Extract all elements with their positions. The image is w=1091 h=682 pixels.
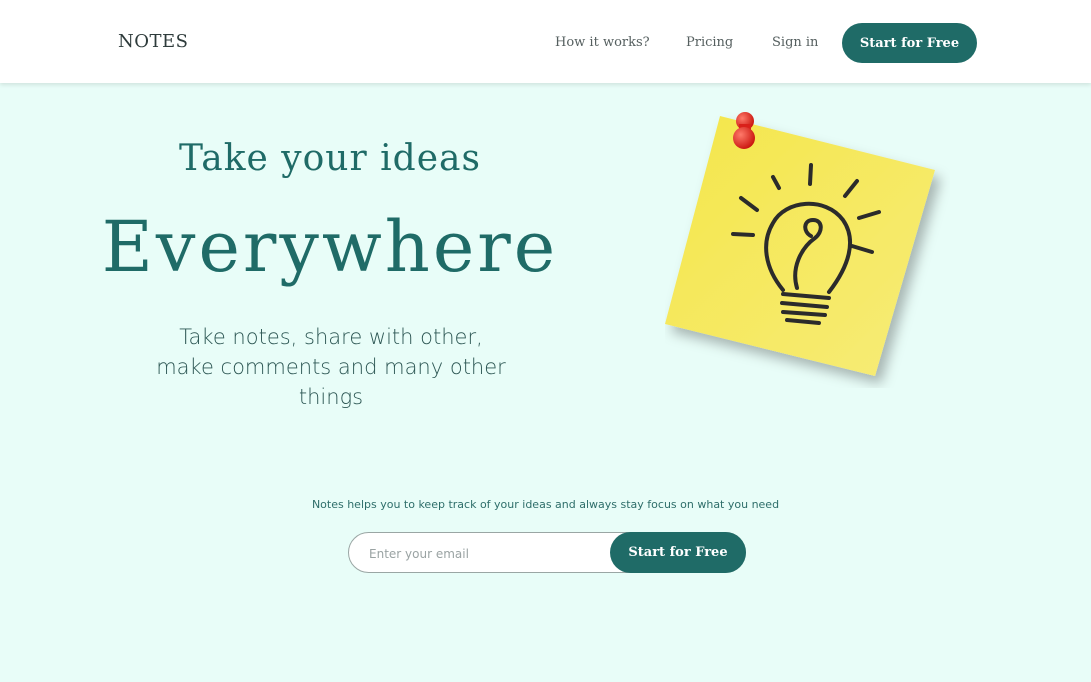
email-signup-form: Start for Free [348,532,746,573]
signup-start-for-free-button[interactable]: Start for Free [610,532,746,573]
start-for-free-button[interactable]: Start for Free [842,23,977,63]
logo[interactable]: NOTES [118,31,188,52]
hero-title: Take your ideas [179,138,481,179]
nav-link-pricing[interactable]: Pricing [686,35,733,50]
hero-subtitle: Take notes, share with other, make comme… [156,325,506,409]
nav-link-sign-in[interactable]: Sign in [772,35,818,50]
top-navbar: NOTES How it works? Pricing Sign in Star… [0,0,1091,83]
signup-tagline: Notes helps you to keep track of your id… [311,498,780,511]
nav-link-how-it-works[interactable]: How it works? [555,35,650,50]
lightbulb-sticky-note-icon [665,108,950,388]
hero-headline: Everywhere [101,206,559,288]
email-input[interactable] [367,542,601,566]
push-pin-icon [733,112,755,149]
sticky-note [665,116,935,376]
